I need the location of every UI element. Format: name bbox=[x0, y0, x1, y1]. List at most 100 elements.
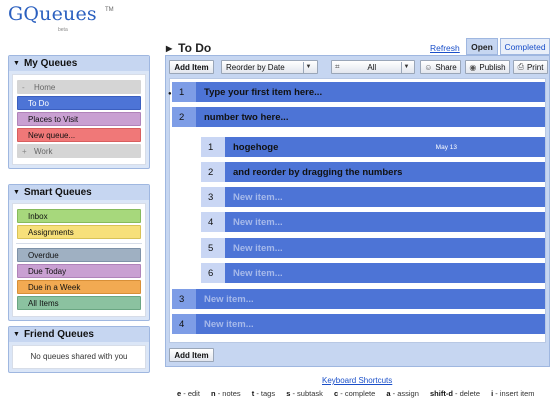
queue-overdue[interactable]: Overdue bbox=[17, 248, 141, 262]
subtask-row[interactable]: 3 New item... bbox=[201, 187, 545, 207]
logo-wordmark: GQueues bbox=[8, 3, 97, 25]
queue-inbox[interactable]: Inbox bbox=[17, 209, 141, 223]
task-text[interactable]: hogehoge May 13 bbox=[225, 137, 545, 157]
queue-label: Home bbox=[34, 82, 56, 92]
publish-label: Publish bbox=[479, 62, 506, 72]
collapse-icon[interactable]: - bbox=[22, 83, 30, 92]
task-text[interactable]: number two here... bbox=[196, 107, 545, 127]
task-text[interactable]: New item... bbox=[225, 187, 545, 207]
queue-home[interactable]: - Home bbox=[17, 80, 141, 94]
shortcut-legend: e - edit n - notes t - tags s - subtask … bbox=[177, 389, 543, 398]
friend-queues-title: Friend Queues bbox=[23, 329, 94, 340]
tab-completed[interactable]: Completed bbox=[500, 38, 550, 55]
logo-trademark: TM bbox=[105, 7, 114, 13]
share-button[interactable]: ☺ Share bbox=[420, 60, 461, 74]
subtask-row[interactable]: 4 New item... bbox=[201, 212, 545, 232]
keyboard-shortcuts-link[interactable]: Keyboard Shortcuts bbox=[322, 376, 392, 385]
friend-queues-empty: No queues shared with you bbox=[30, 352, 128, 361]
task-row[interactable]: 2 number two here... bbox=[172, 107, 545, 127]
subtask-row[interactable]: 5 New item... bbox=[201, 238, 545, 258]
collapse-triangle-icon[interactable]: ▼ bbox=[13, 189, 20, 196]
friend-queues-panel: ▼ Friend Queues No queues shared with yo… bbox=[8, 326, 150, 373]
task-row[interactable]: 1 Type your first item here... bbox=[172, 82, 545, 102]
shortcut-action: subtask bbox=[297, 389, 323, 398]
task-number-handle[interactable]: 1 bbox=[201, 137, 225, 157]
page-title[interactable]: ▶ To Do bbox=[166, 41, 211, 55]
shortcut-key: s bbox=[286, 389, 291, 398]
task-text[interactable]: New item... bbox=[196, 289, 545, 309]
friend-queues-header[interactable]: ▼ Friend Queues bbox=[9, 327, 149, 342]
queue-all-items[interactable]: All Items bbox=[17, 296, 141, 310]
queue-menu-triangle-icon[interactable]: ▶ bbox=[166, 44, 172, 53]
tag-icon: ⌗ bbox=[335, 62, 340, 71]
smart-queues-list: Inbox Assignments Overdue Due Today Due … bbox=[12, 203, 146, 317]
task-text[interactable]: and reorder by dragging the numbers bbox=[225, 162, 545, 182]
task-number-handle[interactable]: 4 bbox=[201, 212, 225, 232]
shortcut-item: shift-d - delete bbox=[430, 389, 481, 398]
task-row[interactable]: 3 New item... bbox=[172, 289, 545, 309]
print-label: Print bbox=[526, 62, 544, 72]
shortcut-key: c bbox=[334, 389, 339, 398]
task-text[interactable]: New item... bbox=[225, 238, 545, 258]
expand-icon[interactable]: + bbox=[22, 147, 30, 156]
task-number-handle[interactable]: 2 bbox=[172, 107, 196, 127]
task-number-handle[interactable]: 2 bbox=[201, 162, 225, 182]
shortcut-item: n - notes bbox=[211, 389, 241, 398]
queue-todo[interactable]: To Do bbox=[17, 96, 141, 110]
refresh-link[interactable]: Refresh bbox=[430, 43, 460, 53]
print-icon: ⎙ bbox=[517, 62, 524, 71]
shortcut-item: e - edit bbox=[177, 389, 200, 398]
shortcut-item: a - assign bbox=[386, 389, 419, 398]
shortcut-item: t - tags bbox=[251, 389, 276, 398]
queue-label: Work bbox=[34, 146, 53, 156]
task-text[interactable]: New item... bbox=[225, 212, 545, 232]
shortcut-item: c - complete bbox=[334, 389, 376, 398]
task-number-handle[interactable]: 3 bbox=[201, 187, 225, 207]
task-text-label: hogehoge bbox=[233, 141, 279, 153]
shortcut-key: n bbox=[211, 389, 216, 398]
collapse-triangle-icon[interactable]: ▼ bbox=[13, 60, 20, 67]
shortcut-key: e bbox=[177, 389, 182, 398]
add-item-bottom-button[interactable]: Add Item bbox=[169, 348, 214, 362]
subtask-row[interactable]: 6 New item... bbox=[201, 263, 545, 283]
shortcut-action: complete bbox=[344, 389, 376, 398]
shortcut-action: delete bbox=[459, 389, 481, 398]
shortcut-key: a bbox=[386, 389, 391, 398]
friend-queues-list: No queues shared with you bbox=[12, 345, 146, 369]
logo-beta: beta bbox=[58, 27, 68, 33]
my-queues-panel: ▼ My Queues - Home To Do Places to Visit… bbox=[8, 55, 150, 169]
smart-queues-header[interactable]: ▼ Smart Queues bbox=[9, 185, 149, 200]
task-row[interactable]: 4 New item... bbox=[172, 314, 545, 334]
shortcut-action: assign bbox=[397, 389, 419, 398]
subtask-row[interactable]: 1 hogehoge May 13 bbox=[201, 137, 545, 157]
subtask-row[interactable]: 2 and reorder by dragging the numbers bbox=[201, 162, 545, 182]
task-number-handle[interactable]: 6 bbox=[201, 263, 225, 283]
collapse-triangle-icon[interactable]: ▼ bbox=[13, 331, 20, 338]
queue-assignments[interactable]: Assignments bbox=[17, 225, 141, 239]
reorder-label: Reorder by Date bbox=[226, 62, 285, 72]
queue-new[interactable]: New queue... bbox=[17, 128, 141, 142]
publish-button[interactable]: ◉ Publish bbox=[465, 60, 510, 74]
print-button[interactable]: ⎙ Print bbox=[513, 60, 548, 74]
task-text[interactable]: New item... bbox=[196, 314, 545, 334]
page-title-text: To Do bbox=[178, 41, 212, 55]
task-text[interactable]: New item... bbox=[225, 263, 545, 283]
queue-work[interactable]: + Work bbox=[17, 144, 141, 158]
shortcut-key: i bbox=[491, 389, 494, 398]
task-number-handle[interactable]: 5 bbox=[201, 238, 225, 258]
task-text[interactable]: Type your first item here... bbox=[196, 82, 545, 102]
tag-filter-select[interactable]: ⌗ All ▼ bbox=[331, 60, 415, 74]
tab-open[interactable]: Open bbox=[466, 38, 498, 55]
due-date: May 13 bbox=[435, 143, 457, 151]
queue-due-in-a-week[interactable]: Due in a Week bbox=[17, 280, 141, 294]
shortcut-key: t bbox=[251, 389, 255, 398]
add-item-button[interactable]: Add Item bbox=[169, 60, 214, 74]
task-number-handle[interactable]: 4 bbox=[172, 314, 196, 334]
gqueues-logo: GQueues TM beta bbox=[8, 3, 118, 33]
task-number-handle[interactable]: 1 bbox=[172, 82, 196, 102]
my-queues-header[interactable]: ▼ My Queues bbox=[9, 56, 149, 71]
reorder-select[interactable]: Reorder by Date ▼ bbox=[221, 60, 318, 74]
queue-places-to-visit[interactable]: Places to Visit bbox=[17, 112, 141, 126]
task-number-handle[interactable]: 3 bbox=[172, 289, 196, 309]
queue-due-today[interactable]: Due Today bbox=[17, 264, 141, 278]
